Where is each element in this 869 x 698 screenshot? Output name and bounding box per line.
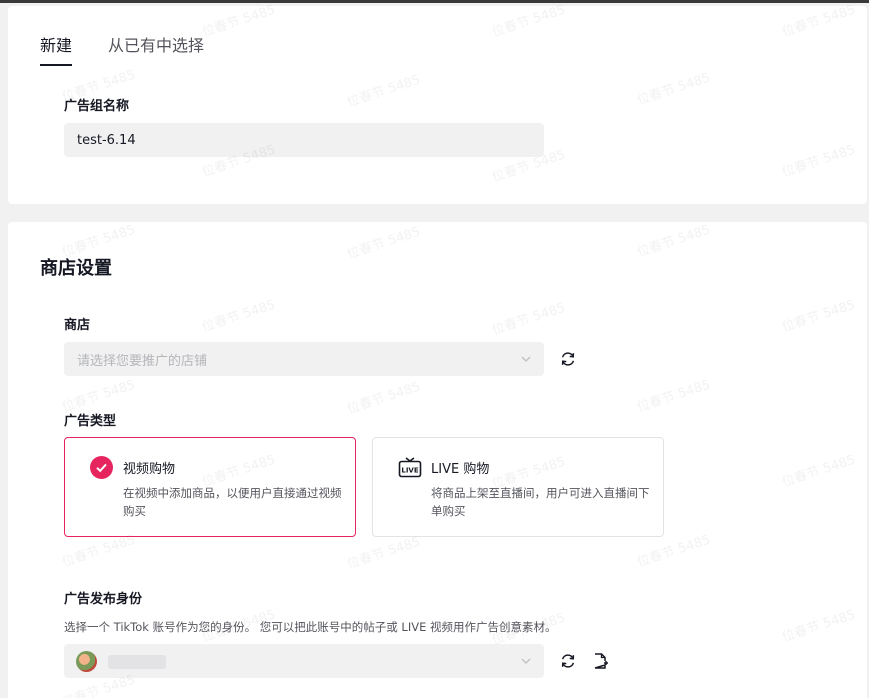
chevron-down-icon <box>521 356 531 362</box>
option-title: LIVE 购物 <box>431 462 490 477</box>
add-account-icon[interactable] <box>591 652 609 670</box>
shop-select[interactable]: 请选择您要推广的店铺 <box>64 342 544 376</box>
svg-text:LIVE: LIVE <box>401 467 418 475</box>
shop-settings-card: 商店设置 商店 请选择您要推广的店铺 广告类型 视频购物 在视频中添加商品，以便… <box>8 222 867 698</box>
checkmark-icon <box>90 456 113 479</box>
chevron-down-icon <box>521 658 531 664</box>
identity-label: 广告发布身份 <box>64 592 143 607</box>
identity-helper-text: 选择一个 TikTok 账号作为您的身份。 您可以把此账号中的帖子或 LIVE … <box>64 620 557 634</box>
tab-create-new[interactable]: 新建 <box>40 32 73 66</box>
refresh-icon[interactable] <box>559 350 577 368</box>
option-description: 在视频中添加商品，以便用户直接通过视频购买 <box>123 486 342 518</box>
tab-select-existing[interactable]: 从已有中选择 <box>108 32 204 66</box>
live-tv-icon: LIVE <box>398 457 422 478</box>
refresh-icon[interactable] <box>559 652 577 670</box>
blurred-account-name <box>108 655 166 669</box>
adgroup-name-input[interactable]: test-6.14 <box>64 123 544 157</box>
shop-select-placeholder: 请选择您要推广的店铺 <box>77 353 208 369</box>
adgroup-card: 新建 从已有中选择 广告组名称 test-6.14 <box>8 6 867 204</box>
mode-tabs: 新建 从已有中选择 <box>40 32 204 66</box>
adgroup-name-value: test-6.14 <box>77 132 136 148</box>
shop-label: 商店 <box>64 318 91 333</box>
adgroup-name-label: 广告组名称 <box>64 99 130 114</box>
window-top-border <box>0 0 869 3</box>
section-title: 商店设置 <box>40 258 112 279</box>
avatar <box>76 651 97 672</box>
ad-type-option-video-shopping[interactable]: 视频购物 在视频中添加商品，以便用户直接通过视频购买 <box>64 437 356 537</box>
option-description: 将商品上架至直播间，用户可进入直播间下单购买 <box>431 486 650 518</box>
identity-select[interactable] <box>64 644 544 678</box>
ad-type-option-live-shopping[interactable]: LIVE LIVE 购物 将商品上架至直播间，用户可进入直播间下单购买 <box>372 437 664 537</box>
ad-type-label: 广告类型 <box>64 414 117 429</box>
option-title: 视频购物 <box>123 462 176 477</box>
